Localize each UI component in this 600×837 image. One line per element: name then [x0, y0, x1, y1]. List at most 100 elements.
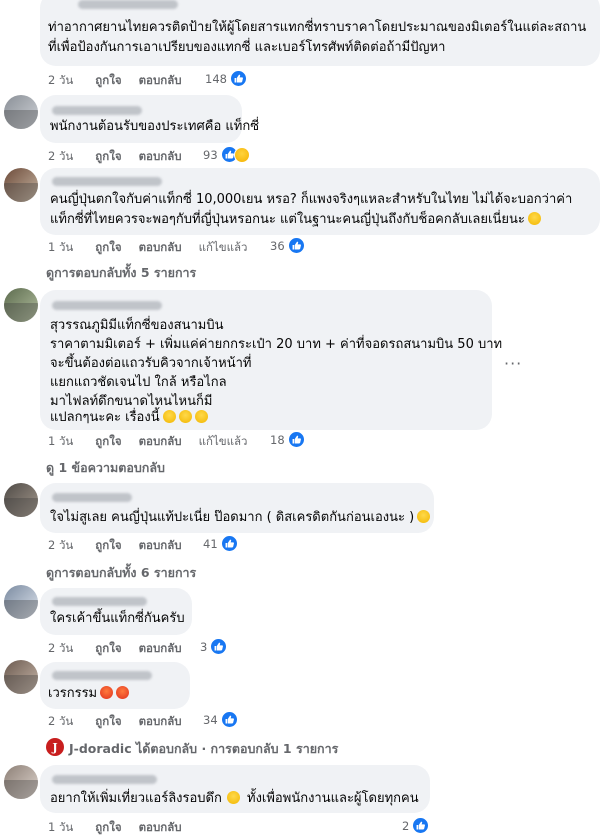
reply-button[interactable]: ตอบกลับ [139, 148, 182, 166]
comment-text-line: อยากให้เพิ่มเที่ยวแอร์ลิงรอบดึก [50, 791, 222, 806]
persevering-face-icon [417, 510, 431, 523]
thumbs-up-icon [287, 431, 305, 448]
reaction-count: 93 [203, 147, 218, 162]
comment-text: เวรกรรม [48, 684, 130, 704]
sad-face-icon [233, 146, 250, 163]
reaction-summary[interactable]: 3 [200, 638, 228, 655]
thumbs-up-icon [210, 638, 228, 655]
view-replies-link[interactable]: ดูการตอบกลับทั้ง 5 รายการ [46, 263, 196, 283]
comment-text: อยากให้เพิ่มเที่ยวแอร์ลิงรอบดึก ทั้งเพื่… [50, 789, 419, 809]
like-button[interactable]: ถูกใจ [95, 72, 121, 90]
reaction-summary[interactable]: 18 [270, 431, 305, 448]
reaction-count: 148 [205, 71, 227, 86]
comment-actions: 1 วัน ถูกใจ ตอบกลับ [48, 819, 199, 837]
reaction-count: 41 [203, 536, 218, 551]
author-name[interactable] [52, 106, 142, 115]
comment-bubble: ใครเค้าขึ้นแท็กซี่กันครับ [40, 588, 192, 635]
like-button[interactable]: ถูกใจ [95, 819, 121, 837]
view-replies-link[interactable]: ดู 1 ข้อความตอบกลับ [46, 458, 165, 478]
avatar[interactable] [4, 585, 38, 619]
author-name[interactable] [52, 671, 152, 680]
timestamp[interactable]: 2 วัน [48, 537, 73, 555]
like-button[interactable]: ถูกใจ [95, 148, 121, 166]
comment-bubble: ท่าอากาศยานไทยควรติดป้ายให้ผู้โดยสารแทกซ… [40, 0, 600, 66]
reaction-count: 18 [270, 432, 285, 447]
reply-button[interactable]: ตอบกลับ [139, 72, 182, 90]
reply-button[interactable]: ตอบกลับ [139, 640, 182, 658]
author-name[interactable] [52, 493, 132, 502]
comment-actions: 2 วัน ถูกใจ ตอบกลับ [48, 537, 199, 555]
comment-text-line: แปลกๆนะคะ เรื่องนี้ [50, 410, 160, 425]
comment-bubble: สุวรรณภูมิมีแท็กซี่ของสนามบิน ราคาตามมิเ… [40, 290, 502, 430]
more-options-icon[interactable]: ··· [504, 354, 522, 373]
comment-actions: 2 วัน ถูกใจ ตอบกลับ [48, 713, 199, 731]
comment-actions: 2 วัน ถูกใจ ตอบกลับ [48, 640, 199, 658]
like-button[interactable]: ถูกใจ [95, 713, 121, 731]
avatar[interactable] [4, 168, 38, 202]
timestamp[interactable]: 1 วัน [48, 433, 73, 451]
author-name[interactable] [52, 177, 162, 186]
view-replies-link[interactable]: J-doradic ได้ตอบกลับ · การตอบกลับ 1 รายก… [69, 739, 338, 759]
comment-text: ราคาตามมิเตอร์ + เพิ่มแค่ค่ายกกระเป๋า 20… [50, 337, 503, 352]
thumbs-up-icon [220, 535, 238, 552]
angry-face-icon [116, 686, 130, 699]
comment-text: ที่เพื่อป้องกันการเอาเปรียบของแทกซี่ และ… [48, 40, 446, 55]
comment-text: พนักงานต้อนรับของประเทศคือ แท็กซี่ [50, 119, 260, 134]
reaction-summary[interactable]: 41 [203, 535, 238, 552]
timestamp[interactable]: 2 วัน [48, 72, 73, 90]
comment-text: ใจไม่สูเลย คนญี่ปุ่นแท้ปะเนี่ย ป๊อดมาก (… [50, 508, 431, 528]
comment-text-line: ใจไม่สูเลย คนญี่ปุ่นแท้ปะเนี่ย ป๊อดมาก (… [50, 510, 415, 525]
reaction-summary[interactable]: 148 [205, 70, 247, 87]
comment-actions: 2 วัน ถูกใจ ตอบกลับ [48, 72, 199, 90]
comment-actions: 2 วัน ถูกใจ ตอบกลับ [48, 148, 199, 166]
author-name[interactable] [52, 301, 162, 310]
avatar[interactable] [4, 483, 38, 517]
comment-text: แปลกๆนะคะ เรื่องนี้ [50, 408, 208, 428]
comment-actions: 1 วัน ถูกใจ ตอบกลับ แก้ไขแล้ว [48, 433, 248, 451]
timestamp[interactable]: 1 วัน [48, 239, 73, 257]
relieved-face-icon [194, 410, 208, 423]
reaction-summary[interactable]: 36 [270, 237, 305, 254]
reaction-count: 34 [203, 712, 218, 727]
edited-label: แก้ไขแล้ว [198, 434, 248, 448]
comment-bubble: อยากให้เพิ่มเที่ยวแอร์ลิงรอบดึก ทั้งเพื่… [40, 765, 430, 813]
comment-bubble: คนญี่ปุ่นตกใจกับค่าแท็กซี่ 10,000เยน หรอ… [40, 168, 600, 235]
author-name[interactable] [52, 597, 147, 606]
comment-bubble: ใจไม่สูเลย คนญี่ปุ่นแท้ปะเนี่ย ป๊อดมาก (… [40, 483, 434, 533]
author-name[interactable] [52, 775, 157, 784]
reply-button[interactable]: ตอบกลับ [139, 713, 182, 731]
reaction-count: 2 [402, 818, 410, 833]
reply-button[interactable]: ตอบกลับ [139, 239, 182, 257]
like-button[interactable]: ถูกใจ [95, 640, 121, 658]
comment-text-line: เวรกรรม [48, 686, 98, 701]
comment-actions: 1 วัน ถูกใจ ตอบกลับ แก้ไขแล้ว [48, 239, 248, 257]
like-button[interactable]: ถูกใจ [95, 537, 121, 555]
timestamp[interactable]: 1 วัน [48, 819, 73, 837]
edited-label: แก้ไขแล้ว [198, 240, 248, 254]
comment-bubble: พนักงานต้อนรับของประเทศคือ แท็กซี่ [40, 95, 259, 143]
timestamp[interactable]: 2 วัน [48, 148, 73, 166]
reply-button[interactable]: ตอบกลับ [139, 433, 182, 451]
reply-button[interactable]: ตอบกลับ [139, 819, 182, 837]
reaction-summary[interactable]: 2 [402, 817, 430, 834]
timestamp[interactable]: 2 วัน [48, 640, 73, 658]
comment-text: ท่าอากาศยานไทยควรติดป้ายให้ผู้โดยสารแทกซ… [48, 20, 587, 35]
like-button[interactable]: ถูกใจ [95, 239, 121, 257]
reply-button[interactable]: ตอบกลับ [139, 537, 182, 555]
thumbs-up-icon [220, 711, 238, 728]
comment-text: ใครเค้าขึ้นแท็กซี่กันครับ [50, 611, 185, 626]
avatar[interactable] [4, 765, 38, 799]
avatar[interactable] [4, 660, 38, 694]
comment-text: แยกแถวชัดเจนไป ใกล้ หรือไกล [50, 375, 227, 390]
reply-author-avatar[interactable]: J [46, 738, 64, 756]
reaction-summary[interactable]: 34 [203, 711, 238, 728]
avatar[interactable] [4, 288, 38, 322]
view-replies-link[interactable]: ดูการตอบกลับทั้ง 6 รายการ [46, 563, 196, 583]
comment-bubble: เวรกรรม [40, 662, 190, 709]
timestamp[interactable]: 2 วัน [48, 713, 73, 731]
avatar[interactable] [4, 95, 38, 129]
reaction-summary[interactable]: 93 [203, 146, 250, 163]
like-button[interactable]: ถูกใจ [95, 433, 121, 451]
thumbs-up-icon [229, 70, 247, 87]
author-name[interactable] [78, 0, 178, 9]
